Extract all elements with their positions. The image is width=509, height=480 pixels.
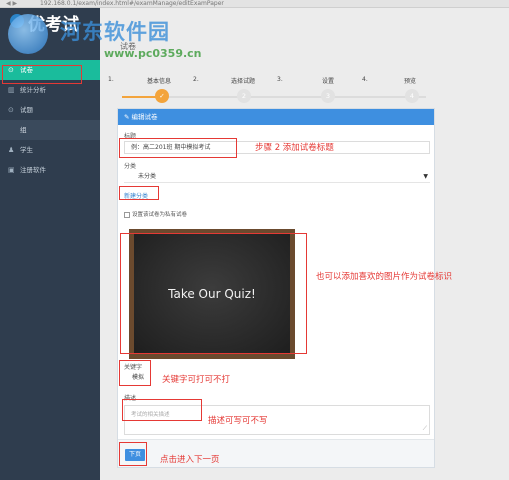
wizard-steps: 1. 基本信息 2. 选择试题 3. 设置 4. 预览 ✓ 2 3 4 — [100, 76, 509, 106]
annotation-box-keyword — [119, 360, 151, 386]
panel-title: 编辑试卷 — [131, 113, 158, 121]
sidebar-item-label: 试题 — [20, 106, 33, 114]
annotation-image: 也可以添加喜欢的图片作为试卷标识 — [316, 272, 453, 282]
annotation-description: 描述可写可不写 — [208, 416, 268, 426]
chevron-down-icon: ▼ — [423, 173, 428, 180]
browser-nav-icons[interactable]: ◀ ▶ — [6, 0, 17, 8]
sidebar-group-header: 组 — [0, 120, 100, 140]
browser-toolbar: ◀ ▶ 192.168.0.1/exam/index.html#/examMan… — [0, 0, 509, 8]
sidebar-item-register[interactable]: ▣ 注册软件 — [0, 160, 100, 180]
register-icon: ▣ — [8, 166, 15, 174]
sidebar-item-label: 注册软件 — [20, 166, 46, 174]
main-content: 试卷 1. 基本信息 2. 选择试题 3. 设置 4. 预览 ✓ 2 3 4 ✎… — [100, 8, 509, 480]
step-check-icon[interactable]: ✓ — [155, 89, 169, 103]
step-number: 2. — [193, 76, 199, 83]
browser-address[interactable]: 192.168.0.1/exam/index.html#/examManage/… — [40, 0, 400, 8]
annotation-box-exam-menu — [2, 65, 82, 84]
step-label[interactable]: 预览 — [404, 76, 416, 85]
annotation-box-description — [122, 399, 202, 421]
annotation-next: 点击进入下一页 — [160, 455, 220, 465]
annotation-keyword: 关键字可打可不打 — [162, 375, 231, 385]
watermark-title: 河东软件园 — [60, 20, 170, 44]
category-value: 未分类 — [138, 173, 157, 180]
private-checkbox-row[interactable]: 设置该试卷为私有试卷 — [124, 210, 187, 218]
step-number: 4. — [362, 76, 368, 83]
step-label[interactable]: 选择试题 — [231, 76, 255, 85]
sidebar-item-questions[interactable]: ⊙ 试题 — [0, 100, 100, 120]
step-circle[interactable]: 2 — [237, 89, 251, 103]
panel-header: ✎ 编辑试卷 — [118, 109, 434, 125]
annotation-box-title — [119, 138, 237, 158]
step-number: 1. — [108, 76, 114, 83]
annotation-box-next — [119, 442, 147, 466]
step-circle[interactable]: 3 — [321, 89, 335, 103]
annotation-step2: 步骤 2 添加试卷标题 — [255, 143, 334, 153]
watermark-url: www.pc0359.cn — [104, 47, 202, 60]
step-number: 3. — [277, 76, 283, 83]
sidebar-group-label: 组 — [20, 126, 27, 134]
category-label: 分类 — [124, 163, 137, 170]
annotation-box-image — [120, 233, 307, 354]
step-label[interactable]: 基本信息 — [147, 76, 171, 85]
watermark: 河东软件园 www.pc0359.cn — [60, 16, 202, 60]
resize-handle-icon[interactable]: ⟋ — [423, 425, 427, 433]
edit-icon: ✎ — [124, 113, 132, 121]
checkbox-icon[interactable] — [124, 211, 130, 218]
sidebar-item-label: 学生 — [20, 146, 33, 154]
user-icon: ♟ — [8, 146, 15, 154]
private-checkbox-label: 设置该试卷为私有试卷 — [132, 212, 188, 218]
annotation-box-category — [119, 186, 159, 200]
step-label[interactable]: 设置 — [322, 76, 334, 85]
sidebar-item-label: 统计分析 — [20, 86, 46, 94]
category-select[interactable]: 未分类 ▼ — [124, 171, 430, 183]
step-line — [166, 96, 426, 98]
question-icon: ⊙ — [8, 106, 14, 114]
sidebar-item-students[interactable]: ♟ 学生 — [0, 140, 100, 160]
watermark-logo-icon — [8, 14, 48, 54]
step-circle[interactable]: 4 — [405, 89, 419, 103]
